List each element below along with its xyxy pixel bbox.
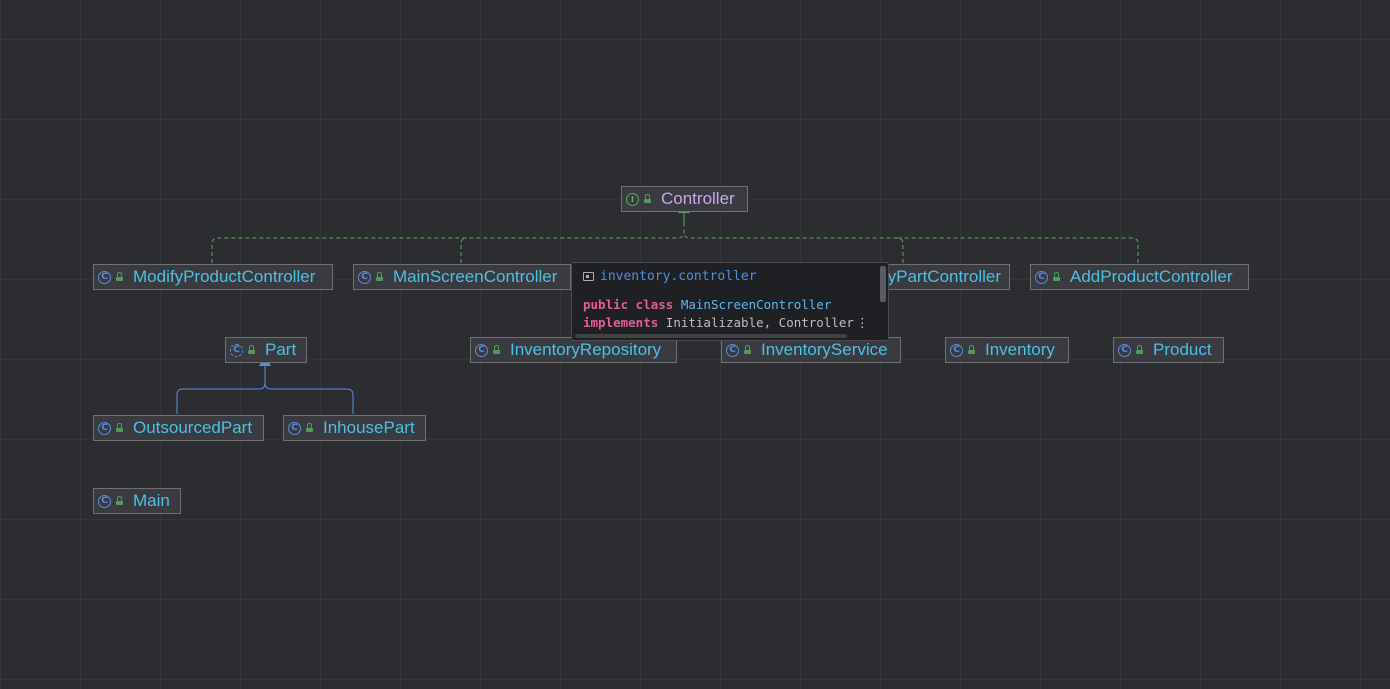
node-label: InhousePart: [323, 418, 415, 437]
implements-edges: [211, 214, 1139, 263]
node-label: ModifyPartController: [881, 267, 1001, 286]
class-icon: C: [288, 421, 301, 435]
class-icon: C: [98, 421, 111, 435]
node-part[interactable]: C Part: [225, 337, 307, 363]
node-label: MainScreenController: [393, 267, 558, 286]
implemented-interfaces: Initializable, Controller: [665, 315, 854, 330]
node-label: AddProductController: [1070, 267, 1233, 286]
class-icon: C: [1118, 343, 1131, 357]
node-modify-product-controller[interactable]: C ModifyProductController: [93, 264, 333, 290]
node-label: Main: [133, 491, 170, 510]
edge-main-screen-controller-to-controller: [460, 237, 468, 263]
node-label: Product: [1153, 340, 1212, 359]
interface-icon: I: [626, 192, 639, 206]
node-label: InventoryRepository: [510, 340, 662, 359]
class-name: MainScreenController: [680, 297, 832, 312]
node-product[interactable]: C Product: [1113, 337, 1224, 363]
declaration-line-1: public class MainScreenController: [583, 297, 831, 312]
declaration-line-2: implements Initializable, Controller ⋮: [583, 315, 868, 330]
extends-edges: [176, 375, 354, 414]
node-controller[interactable]: I Controller: [621, 186, 748, 212]
class-icon: C: [358, 270, 371, 284]
public-lock-icon: [744, 344, 752, 354]
edge-outsourced-part-to-part: [176, 375, 266, 414]
node-label: Part: [265, 340, 297, 359]
node-inhouse-part[interactable]: C InhousePart: [283, 415, 426, 441]
edge-modify-part-controller-to-controller: [683, 231, 904, 263]
class-icon: C: [98, 270, 111, 284]
class-icon: C: [475, 343, 488, 357]
public-lock-icon: [116, 495, 124, 505]
edge-add-product-controller-to-controller: [897, 237, 1139, 263]
more-vertical-icon[interactable]: ⋮: [856, 315, 869, 330]
public-lock-icon: [968, 344, 976, 354]
package-row: inventory.controller: [583, 269, 757, 284]
node-label: Controller: [661, 189, 735, 208]
node-inventory[interactable]: C Inventory: [945, 337, 1069, 363]
package-icon: [583, 272, 594, 281]
edge-modify-product-controller-to-controller: [211, 214, 685, 263]
implements-keyword: implements: [583, 315, 659, 330]
node-label: Inventory: [985, 340, 1055, 359]
edge-inhouse-part-to-part: [264, 382, 354, 414]
vertical-scrollbar[interactable]: [880, 266, 886, 302]
horizontal-scrollbar[interactable]: [575, 334, 847, 338]
public-lock-icon: [116, 422, 124, 432]
node-label: InventoryService: [761, 340, 888, 359]
abstract-class-icon: C: [230, 343, 243, 357]
class-icon: C: [726, 343, 739, 357]
public-lock-icon: [1053, 271, 1061, 281]
public-lock-icon: [376, 271, 384, 281]
node-label: ModifyProductController: [133, 267, 316, 286]
quick-doc-popup[interactable]: inventory.controller public class MainSc…: [571, 262, 889, 341]
node-outsourced-part[interactable]: C OutsourcedPart: [93, 415, 264, 441]
node-main-screen-controller[interactable]: C MainScreenController: [353, 264, 571, 290]
public-lock-icon: [116, 271, 124, 281]
public-lock-icon: [306, 422, 314, 432]
class-icon: C: [1035, 270, 1048, 284]
public-lock-icon: [493, 344, 501, 354]
public-lock-icon: [1136, 344, 1144, 354]
node-add-product-controller[interactable]: C AddProductController: [1030, 264, 1249, 290]
class-icon: C: [950, 343, 963, 357]
public-lock-icon: [644, 193, 652, 203]
package-link[interactable]: inventory.controller: [600, 269, 757, 284]
modifier-keywords: public class: [583, 297, 674, 312]
public-lock-icon: [248, 344, 256, 354]
node-label: OutsourcedPart: [133, 418, 253, 437]
node-main[interactable]: C Main: [93, 488, 181, 514]
class-icon: C: [98, 494, 111, 508]
